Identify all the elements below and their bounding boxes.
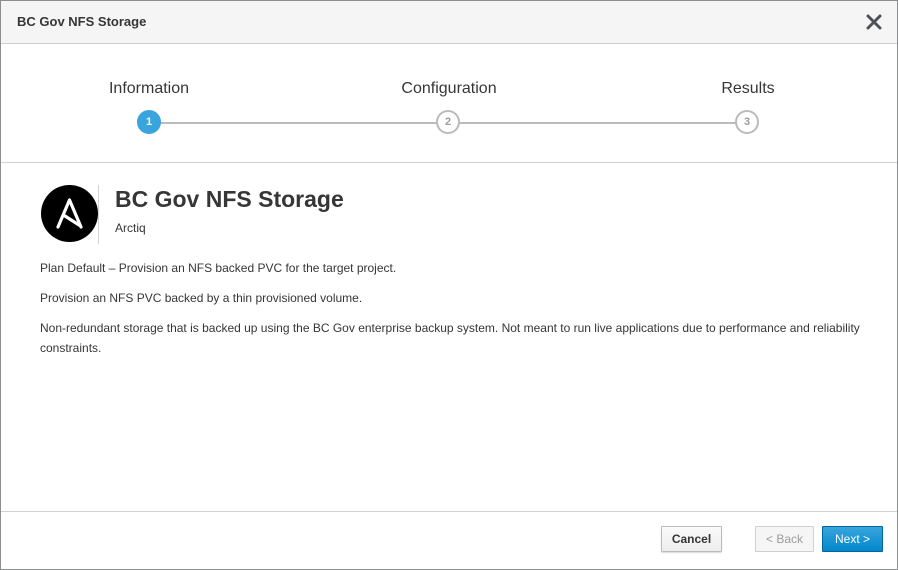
step-connector: [449, 122, 747, 124]
ansible-logo-icon: [41, 185, 98, 242]
step-connector: [149, 122, 449, 124]
step-3-indicator[interactable]: 3: [735, 110, 759, 134]
service-provider: Arctiq: [115, 221, 146, 235]
logo-divider: [98, 185, 99, 244]
step-label-information[interactable]: Information: [109, 80, 189, 98]
dialog-body: BC Gov NFS Storage Arctiq Plan Default –…: [1, 164, 897, 511]
step-label-results[interactable]: Results: [721, 80, 774, 98]
step-2-indicator[interactable]: 2: [436, 110, 460, 134]
dialog-header: BC Gov NFS Storage: [1, 1, 897, 44]
step-label-configuration[interactable]: Configuration: [401, 80, 496, 98]
close-button[interactable]: [865, 13, 883, 31]
close-icon: [866, 14, 882, 30]
next-button[interactable]: Next >: [822, 526, 883, 552]
service-summary: Provision an NFS PVC backed by a thin pr…: [40, 291, 363, 305]
plan-description: Plan Default – Provision an NFS backed P…: [40, 261, 397, 275]
dialog-title: BC Gov NFS Storage: [17, 14, 147, 29]
dialog-footer: Cancel < Back Next >: [1, 511, 897, 569]
wizard-steps: Information 1 Configuration 2 Results 3: [1, 44, 897, 163]
service-title: BC Gov NFS Storage: [115, 186, 344, 212]
cancel-button[interactable]: Cancel: [661, 526, 722, 552]
service-details: Non-redundant storage that is backed up …: [40, 321, 860, 355]
back-button[interactable]: < Back: [755, 526, 814, 552]
wizard-dialog: BC Gov NFS Storage Information 1 Configu…: [0, 0, 898, 570]
step-1-indicator[interactable]: 1: [137, 110, 161, 134]
